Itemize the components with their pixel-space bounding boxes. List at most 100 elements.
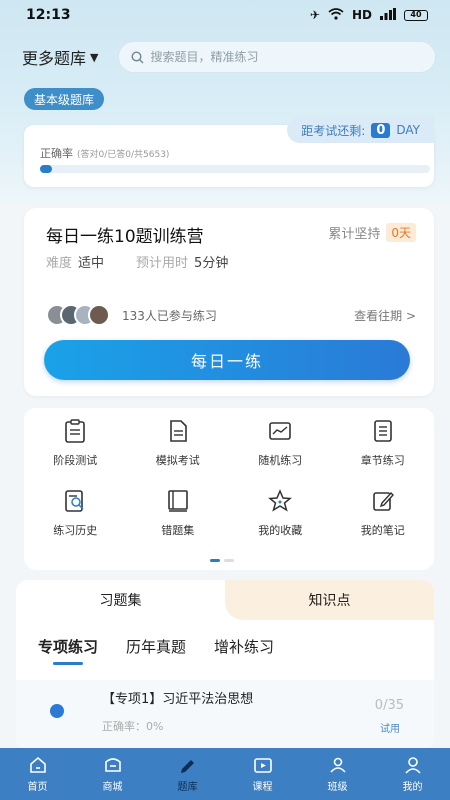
document-icon bbox=[169, 420, 187, 442]
history-search-icon bbox=[65, 490, 84, 512]
nav-question-bank[interactable]: 题库 bbox=[150, 748, 225, 800]
participants-text: 133人已参与练习 bbox=[122, 308, 217, 323]
bank-selector[interactable]: 更多题库 ▼ bbox=[22, 45, 98, 69]
nav-label: 我的 bbox=[402, 782, 423, 793]
view-history-link[interactable]: 查看往期 > bbox=[354, 307, 416, 324]
chart-icon bbox=[269, 422, 292, 440]
sub-tab-special[interactable]: 专项练习 bbox=[38, 636, 98, 665]
grid-item-label: 章节练习 bbox=[360, 454, 405, 467]
participant-avatars bbox=[46, 304, 110, 326]
streak: 累计坚持 0天 bbox=[328, 223, 416, 242]
accuracy-label: 正确率 bbox=[40, 147, 73, 160]
time-value: 5分钟 bbox=[194, 256, 229, 271]
set-accuracy: 正确率：0% bbox=[102, 720, 164, 733]
nav-class[interactable]: 班级 bbox=[300, 748, 375, 800]
book-icon bbox=[167, 490, 188, 512]
grid-item-stage-test[interactable]: 阶段测试 bbox=[24, 418, 127, 488]
grid-item-label: 模拟考试 bbox=[155, 454, 200, 467]
status-time: 12:13 bbox=[26, 7, 71, 23]
nav-label: 首页 bbox=[27, 782, 48, 793]
feature-grid: 阶段测试 模拟考试 随机练习 章节练习 练习历史 错题集 我的收藏 我的笔记 bbox=[24, 408, 434, 558]
countdown-days: 0 bbox=[371, 122, 391, 138]
page-indicator bbox=[210, 559, 234, 562]
set-title: 【专项1】习近平法治思想 bbox=[102, 692, 254, 707]
caret-down-icon: ▼ bbox=[90, 50, 99, 64]
accuracy-line: 正确率 (答对0/已答0/共5653) bbox=[40, 145, 169, 161]
level-badge[interactable]: 基本级题库 bbox=[24, 88, 105, 110]
nav-home[interactable]: 首页 bbox=[0, 748, 75, 800]
top-header: 更多题库 ▼ bbox=[0, 38, 450, 76]
nav-label: 班级 bbox=[327, 782, 348, 793]
grid-item-label: 随机练习 bbox=[258, 454, 303, 467]
nav-label: 题库 bbox=[177, 782, 198, 793]
sub-tab-past-exams[interactable]: 历年真题 bbox=[126, 636, 186, 665]
nav-store[interactable]: 商城 bbox=[75, 748, 150, 800]
question-sets-card: 习题集 知识点 专项练习 历年真题 增补练习 【专项1】习近平法治思想 正确率：… bbox=[16, 580, 434, 750]
nav-label: 商城 bbox=[102, 782, 123, 793]
grid-item-favorites[interactable]: 我的收藏 bbox=[229, 488, 332, 558]
clipboard-icon bbox=[65, 419, 86, 443]
participants: 133人已参与练习 bbox=[46, 304, 217, 326]
grid-item-random-practice[interactable]: 随机练习 bbox=[229, 418, 332, 488]
bottom-nav: 首页 商城 题库 课程 班级 我的 bbox=[0, 748, 450, 800]
home-icon bbox=[29, 756, 46, 773]
grid-item-label: 错题集 bbox=[161, 524, 195, 537]
time-label: 预计用时 bbox=[136, 256, 189, 271]
nav-profile[interactable]: 我的 bbox=[375, 748, 450, 800]
streak-days: 0天 bbox=[386, 223, 416, 242]
page-dot bbox=[210, 559, 220, 562]
search-input[interactable] bbox=[150, 50, 423, 64]
difficulty-value: 适中 bbox=[78, 256, 105, 271]
page-dot bbox=[224, 559, 234, 562]
set-count: 0/35 bbox=[374, 698, 404, 713]
progress-fill bbox=[40, 165, 52, 173]
exam-countdown: 距考试还剩: 0 DAY bbox=[287, 117, 434, 143]
streak-label: 累计坚持 bbox=[328, 227, 381, 242]
bank-selector-label: 更多题库 bbox=[22, 49, 87, 68]
wifi-icon bbox=[328, 7, 344, 23]
nav-courses[interactable]: 课程 bbox=[225, 748, 300, 800]
daily-practice-card: 每日一练10题训练营 累计坚持 0天 难度 适中 预计用时 5分钟 133人已参与练… bbox=[24, 208, 434, 396]
pencil-icon bbox=[180, 760, 194, 773]
battery-icon: 40 bbox=[404, 9, 428, 21]
difficulty-label: 难度 bbox=[46, 256, 73, 271]
grid-item-label: 我的笔记 bbox=[360, 524, 405, 537]
search-icon bbox=[131, 50, 144, 63]
grid-item-label: 我的收藏 bbox=[258, 524, 303, 537]
avatar bbox=[88, 304, 110, 326]
sub-tabs: 专项练习 历年真题 增补练习 bbox=[16, 620, 434, 665]
tab-question-sets[interactable]: 习题集 bbox=[16, 580, 225, 620]
user-icon bbox=[404, 757, 421, 774]
tab-knowledge-points[interactable]: 知识点 bbox=[225, 580, 434, 620]
grid-item-wrong-questions[interactable]: 错题集 bbox=[127, 488, 230, 558]
signal-icon bbox=[380, 7, 396, 23]
search-bar[interactable] bbox=[118, 41, 436, 73]
video-icon bbox=[253, 758, 272, 773]
difficulty: 难度 适中 bbox=[46, 252, 104, 271]
grid-item-practice-history[interactable]: 练习历史 bbox=[24, 488, 127, 558]
sets-tabs: 习题集 知识点 bbox=[16, 580, 434, 620]
countdown-unit: DAY bbox=[396, 123, 420, 137]
hd-icon: HD bbox=[351, 8, 372, 22]
daily-meta: 难度 适中 预计用时 5分钟 bbox=[46, 252, 228, 271]
grid-item-label: 阶段测试 bbox=[53, 454, 98, 467]
grid-item-notes[interactable]: 我的笔记 bbox=[332, 488, 435, 558]
group-icon bbox=[329, 757, 346, 773]
progress-card: 距考试还剩: 0 DAY 正确率 (答对0/已答0/共5653) bbox=[24, 117, 434, 187]
sub-tab-supplementary[interactable]: 增补练习 bbox=[214, 636, 274, 665]
grid-item-label: 练习历史 bbox=[53, 524, 98, 537]
accuracy-detail: (答对0/已答0/共5653) bbox=[77, 150, 170, 160]
grid-item-mock-exam[interactable]: 模拟考试 bbox=[127, 418, 230, 488]
countdown-label: 距考试还剩: bbox=[301, 123, 366, 138]
nav-label: 课程 bbox=[252, 782, 273, 793]
list-item[interactable]: 【专项1】习近平法治思想 正确率：0% 0/35 试用 bbox=[16, 680, 434, 750]
trial-badge: 试用 bbox=[380, 724, 400, 735]
status-bar: 12:13 ✈ HD 40 bbox=[0, 0, 450, 30]
grid-item-chapter-practice[interactable]: 章节练习 bbox=[332, 418, 435, 488]
daily-practice-button[interactable]: 每日一练 bbox=[44, 340, 410, 380]
status-icons: ✈ HD 40 bbox=[310, 7, 428, 23]
daily-title: 每日一练10题训练营 bbox=[46, 227, 204, 247]
store-icon bbox=[104, 758, 121, 772]
status-dot bbox=[50, 704, 64, 718]
list-icon bbox=[373, 420, 392, 442]
